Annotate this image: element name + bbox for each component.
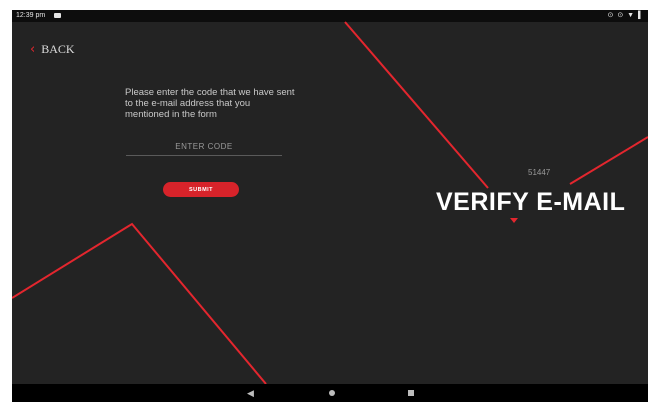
caret-down-icon [510, 218, 518, 223]
instruction-text: Please enter the code that we have sent … [125, 87, 295, 120]
page-title: VERIFY E-MAIL [436, 188, 626, 216]
back-label: BACK [41, 41, 75, 56]
submit-button[interactable]: SUBMIT [163, 182, 239, 197]
back-button[interactable]: ‹ BACK [30, 41, 75, 57]
chevron-left-icon: ‹ [30, 41, 36, 57]
navigation-bar: ◀ [12, 384, 648, 402]
app-screen: 12:39 pm ⊙ ⊙ ▼ ▌ ‹ BACK Please enter the… [12, 10, 648, 402]
decor-line-bottom [12, 222, 267, 385]
nav-home-icon[interactable] [329, 390, 335, 396]
decor-line-top [344, 21, 489, 189]
code-hint: 51447 [528, 168, 551, 177]
nav-back-icon[interactable]: ◀ [247, 388, 254, 398]
nav-recents-icon[interactable] [408, 390, 414, 396]
code-input[interactable] [126, 137, 282, 156]
decor-line-right [569, 136, 648, 185]
